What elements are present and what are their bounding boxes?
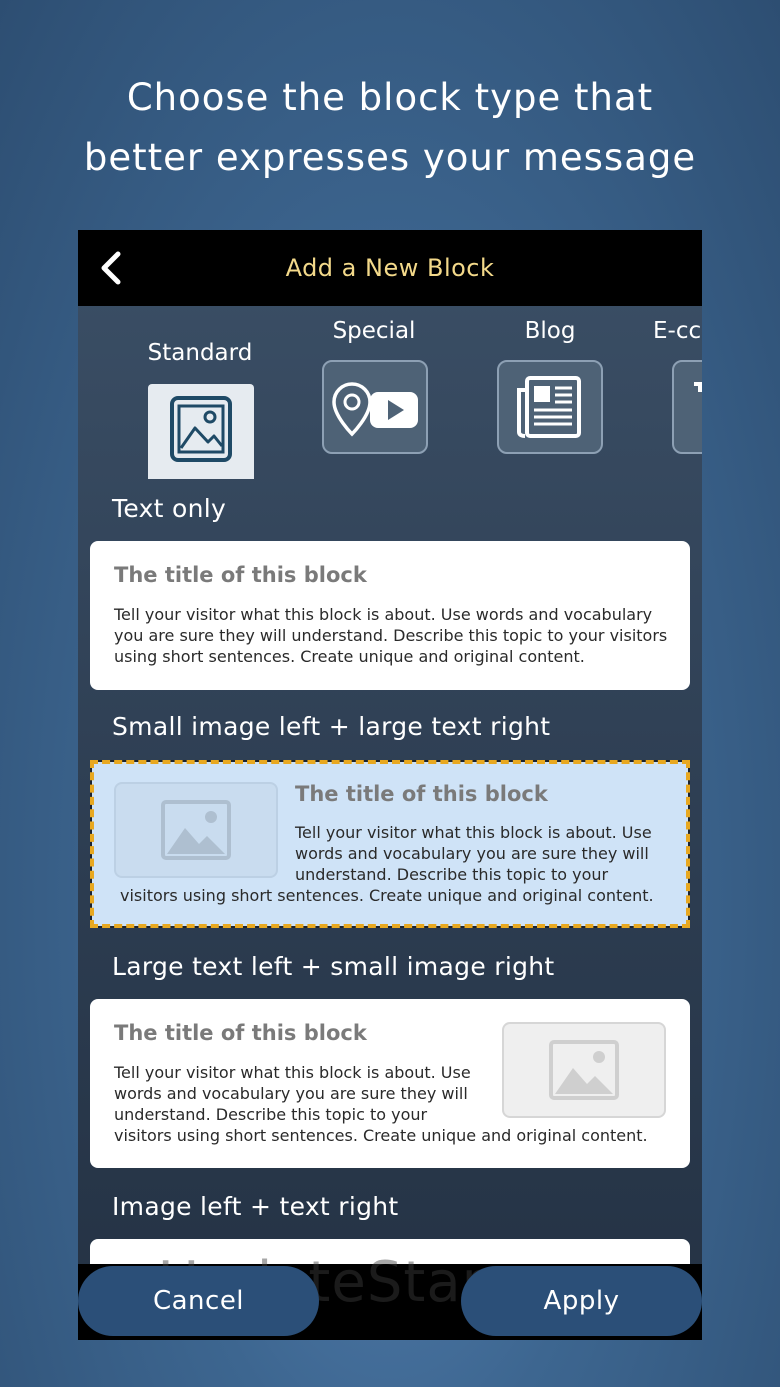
category-tile-blog[interactable] bbox=[497, 360, 603, 454]
category-special[interactable]: Special bbox=[314, 318, 434, 344]
block-body-line: words and vocabulary you are sure they w… bbox=[114, 1084, 468, 1103]
block-type-label-image-left: Image left + text right bbox=[112, 1192, 399, 1221]
apply-button[interactable]: Apply bbox=[461, 1266, 702, 1336]
block-body-line: words and vocabulary you are sure they w… bbox=[295, 844, 649, 863]
cancel-button[interactable]: Cancel bbox=[78, 1266, 319, 1336]
image-frame-icon bbox=[170, 396, 232, 462]
headline-line-1: Choose the block type that bbox=[126, 76, 654, 119]
category-tile-special[interactable] bbox=[322, 360, 428, 454]
newspaper-icon bbox=[517, 376, 581, 438]
block-title: The title of this block bbox=[114, 563, 367, 587]
image-placeholder bbox=[502, 1022, 666, 1118]
category-label: Standard bbox=[147, 340, 253, 366]
block-body-line: understand. Describe this topic to your bbox=[114, 1105, 428, 1124]
category-ecommerce[interactable]: E-cc bbox=[653, 318, 702, 344]
image-placeholder bbox=[114, 782, 278, 878]
block-body-line: Tell your visitor what this block is abo… bbox=[295, 823, 652, 842]
block-preview-small-image-left[interactable]: The title of this block Tell your visito… bbox=[90, 760, 690, 928]
block-type-label-small-image-right: Large text left + small image right bbox=[112, 952, 555, 981]
block-body: Tell your visitor what this block is abo… bbox=[114, 605, 668, 666]
block-body-line: understand. Describe this topic to your bbox=[295, 865, 609, 884]
top-bar: Add a New Block bbox=[78, 230, 702, 306]
category-standard[interactable]: Standard bbox=[140, 340, 260, 366]
category-blog[interactable]: Blog bbox=[490, 318, 610, 344]
category-label: E-cc bbox=[653, 318, 702, 344]
tag-icon bbox=[694, 382, 702, 392]
page-title: Add a New Block bbox=[285, 254, 495, 282]
headline-line-2: better expresses your message bbox=[83, 136, 697, 179]
phone-screen: Add a New Block Standard Special Blog E-… bbox=[78, 230, 702, 1340]
category-tile-ecommerce[interactable] bbox=[672, 360, 702, 454]
headline: Choose the block type that better expres… bbox=[0, 68, 780, 188]
image-placeholder-icon bbox=[161, 800, 231, 860]
category-label: Blog bbox=[524, 318, 576, 344]
category-tile-standard[interactable] bbox=[148, 384, 254, 479]
block-body-line: Tell your visitor what this block is abo… bbox=[114, 1063, 471, 1082]
image-placeholder-icon bbox=[549, 1040, 619, 1100]
block-body-line: visitors using short sentences. Create u… bbox=[120, 886, 654, 905]
block-preview-small-image-right[interactable]: The title of this block Tell your visito… bbox=[90, 999, 690, 1168]
block-title: The title of this block bbox=[114, 1021, 367, 1045]
block-body-line: visitors using short sentences. Create u… bbox=[114, 1126, 648, 1145]
block-title: The title of this block bbox=[295, 782, 548, 806]
block-type-label-small-image-left: Small image left + large text right bbox=[112, 712, 551, 741]
block-preview-text-only[interactable]: The title of this block Tell your visito… bbox=[90, 541, 690, 690]
category-label: Special bbox=[332, 318, 416, 344]
block-type-label-text-only: Text only bbox=[112, 494, 227, 523]
location-video-icon bbox=[332, 382, 418, 437]
